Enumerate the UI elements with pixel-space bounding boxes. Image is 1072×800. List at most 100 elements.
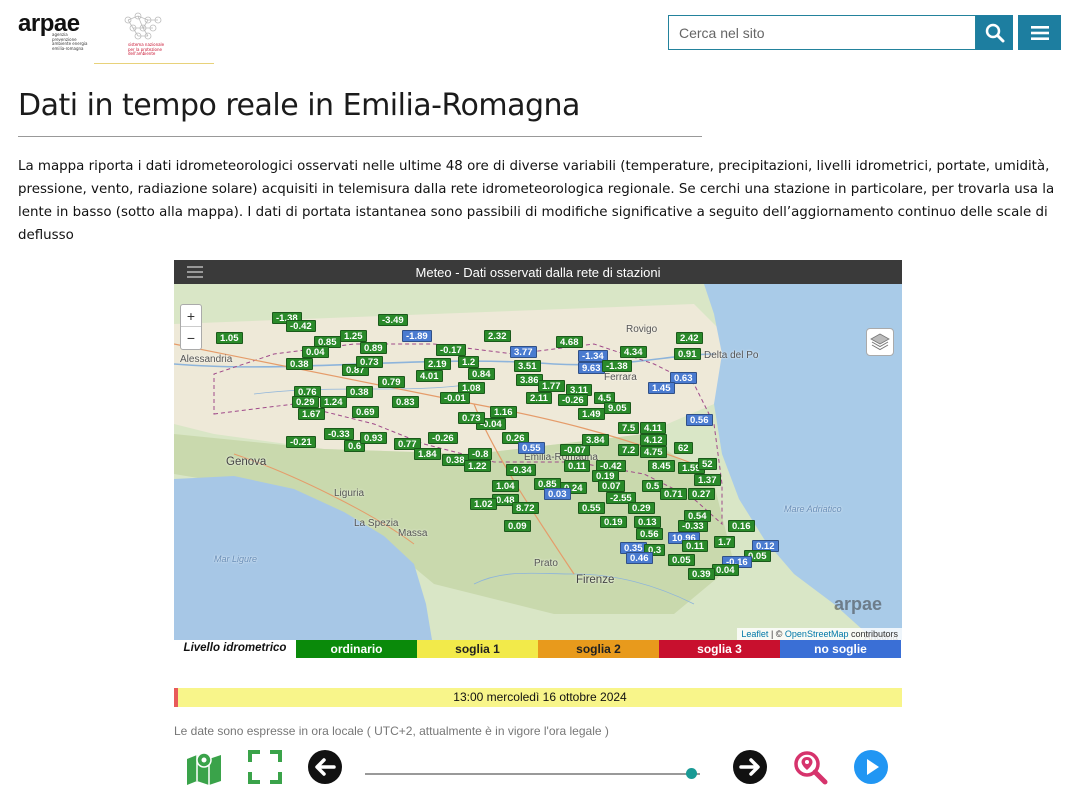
- station-marker[interactable]: 9.63: [578, 362, 605, 374]
- station-marker[interactable]: 1.02: [470, 498, 497, 510]
- station-marker[interactable]: -0.21: [286, 436, 316, 448]
- station-marker[interactable]: 1.67: [298, 408, 325, 420]
- play-button[interactable]: [851, 748, 891, 786]
- station-marker[interactable]: 0.79: [378, 376, 405, 388]
- time-slider-knob[interactable]: [685, 768, 697, 779]
- search-input[interactable]: [669, 16, 975, 49]
- station-marker[interactable]: 1.04: [492, 480, 519, 492]
- station-marker[interactable]: -0.01: [440, 392, 470, 404]
- station-marker[interactable]: 0.39: [688, 568, 715, 580]
- snpa-logo[interactable]: sistema nazionale per la protezione dell…: [118, 10, 198, 62]
- map-view-button[interactable]: [184, 748, 224, 786]
- search-field[interactable]: [668, 15, 976, 50]
- station-marker[interactable]: 0.55: [518, 442, 545, 454]
- station-marker[interactable]: -0.8: [468, 448, 493, 460]
- station-marker[interactable]: -0.34: [506, 464, 536, 476]
- previous-button[interactable]: [305, 748, 345, 786]
- station-marker[interactable]: 0.29: [628, 502, 655, 514]
- station-marker[interactable]: 0.27: [688, 488, 715, 500]
- station-marker[interactable]: 0.13: [634, 516, 661, 528]
- station-marker[interactable]: 2.11: [526, 392, 552, 404]
- station-marker[interactable]: -0.17: [436, 344, 466, 356]
- station-marker[interactable]: 0.83: [392, 396, 419, 408]
- station-marker[interactable]: 7.5: [618, 422, 640, 434]
- station-marker[interactable]: 0.38: [346, 386, 373, 398]
- station-marker[interactable]: 2.19: [424, 358, 451, 370]
- station-marker[interactable]: 1.25: [340, 330, 367, 342]
- arpae-logo[interactable]: arpae agenzia prevenzione ambiente energ…: [18, 12, 90, 51]
- station-marker[interactable]: 0.46: [626, 552, 653, 564]
- station-marker[interactable]: 2.42: [676, 332, 703, 344]
- osm-link[interactable]: OpenStreetMap: [785, 629, 849, 639]
- station-marker[interactable]: 1.05: [216, 332, 243, 344]
- station-marker[interactable]: 0.29: [292, 396, 319, 408]
- station-marker[interactable]: 0.56: [636, 528, 663, 540]
- station-marker[interactable]: 1.16: [490, 406, 517, 418]
- station-marker[interactable]: 4.34: [620, 346, 647, 358]
- menu-button[interactable]: [1018, 15, 1061, 50]
- fullscreen-button[interactable]: [245, 748, 285, 786]
- station-marker[interactable]: -3.49: [378, 314, 408, 326]
- station-search-button[interactable]: [790, 748, 830, 786]
- station-marker[interactable]: 3.84: [582, 434, 609, 446]
- station-marker[interactable]: 4.12: [640, 434, 667, 446]
- station-marker[interactable]: 0.07: [598, 480, 625, 492]
- station-marker[interactable]: 4.68: [556, 336, 583, 348]
- map-menu-icon[interactable]: [186, 264, 204, 280]
- station-marker[interactable]: 7.2: [618, 444, 640, 456]
- station-marker[interactable]: 0.04: [302, 346, 329, 358]
- station-marker[interactable]: -0.26: [428, 432, 458, 444]
- station-marker[interactable]: 4.75: [640, 446, 667, 458]
- station-marker[interactable]: 1.7: [714, 536, 736, 548]
- station-marker[interactable]: 0.05: [668, 554, 695, 566]
- station-marker[interactable]: 0.38: [286, 358, 313, 370]
- leaflet-link[interactable]: Leaflet: [741, 629, 768, 639]
- station-marker[interactable]: 1.84: [414, 448, 441, 460]
- time-slider[interactable]: [365, 766, 700, 782]
- station-marker[interactable]: 0.69: [352, 406, 379, 418]
- station-marker[interactable]: 0.09: [504, 520, 531, 532]
- station-marker[interactable]: 1.45: [648, 382, 675, 394]
- station-marker[interactable]: 0.56: [686, 414, 713, 426]
- station-marker[interactable]: 0.11: [564, 460, 590, 472]
- station-marker[interactable]: 0.84: [468, 368, 495, 380]
- station-marker[interactable]: 1.37: [694, 474, 721, 486]
- station-marker[interactable]: 0.73: [458, 412, 485, 424]
- station-marker[interactable]: 0.73: [356, 356, 383, 368]
- station-marker[interactable]: 1.49: [578, 408, 605, 420]
- station-marker[interactable]: -0.42: [286, 320, 316, 332]
- station-marker[interactable]: 0.91: [674, 348, 701, 360]
- station-marker[interactable]: 0.11: [682, 540, 708, 552]
- station-marker[interactable]: 3.77: [510, 346, 537, 358]
- station-marker[interactable]: 0.04: [712, 564, 739, 576]
- layers-button[interactable]: [866, 328, 894, 356]
- station-marker[interactable]: 0.16: [728, 520, 755, 532]
- station-marker[interactable]: 1.22: [464, 460, 491, 472]
- map-canvas[interactable]: Alessandria Genova Rovigo Ferrara Emilia-Rom…: [174, 284, 902, 640]
- station-marker[interactable]: 0.55: [578, 502, 605, 514]
- next-button[interactable]: [730, 748, 770, 786]
- station-marker[interactable]: 62: [674, 442, 693, 454]
- search-button[interactable]: [976, 15, 1013, 50]
- station-marker[interactable]: 0.03: [544, 488, 571, 500]
- station-marker[interactable]: 0.71: [660, 488, 687, 500]
- station-marker[interactable]: 0.19: [600, 516, 627, 528]
- station-marker[interactable]: 0.89: [360, 342, 387, 354]
- station-marker[interactable]: -1.38: [602, 360, 632, 372]
- station-marker[interactable]: 4.01: [416, 370, 443, 382]
- station-marker[interactable]: 1.77: [538, 380, 565, 392]
- station-marker[interactable]: 8.45: [648, 460, 675, 472]
- station-marker[interactable]: 4.11: [640, 422, 666, 434]
- station-marker[interactable]: 1.24: [320, 396, 347, 408]
- station-marker[interactable]: 3.51: [514, 360, 541, 372]
- station-marker[interactable]: 9.05: [604, 402, 631, 414]
- station-marker[interactable]: 52: [698, 458, 717, 470]
- station-marker[interactable]: -1.89: [402, 330, 432, 342]
- station-marker[interactable]: -0.33: [324, 428, 354, 440]
- station-marker[interactable]: -0.26: [558, 394, 588, 406]
- station-marker[interactable]: 0.54: [684, 510, 711, 522]
- zoom-in-button[interactable]: +: [181, 305, 201, 327]
- zoom-out-button[interactable]: −: [181, 327, 201, 349]
- station-marker[interactable]: 2.32: [484, 330, 511, 342]
- station-marker[interactable]: 1.2: [458, 356, 480, 368]
